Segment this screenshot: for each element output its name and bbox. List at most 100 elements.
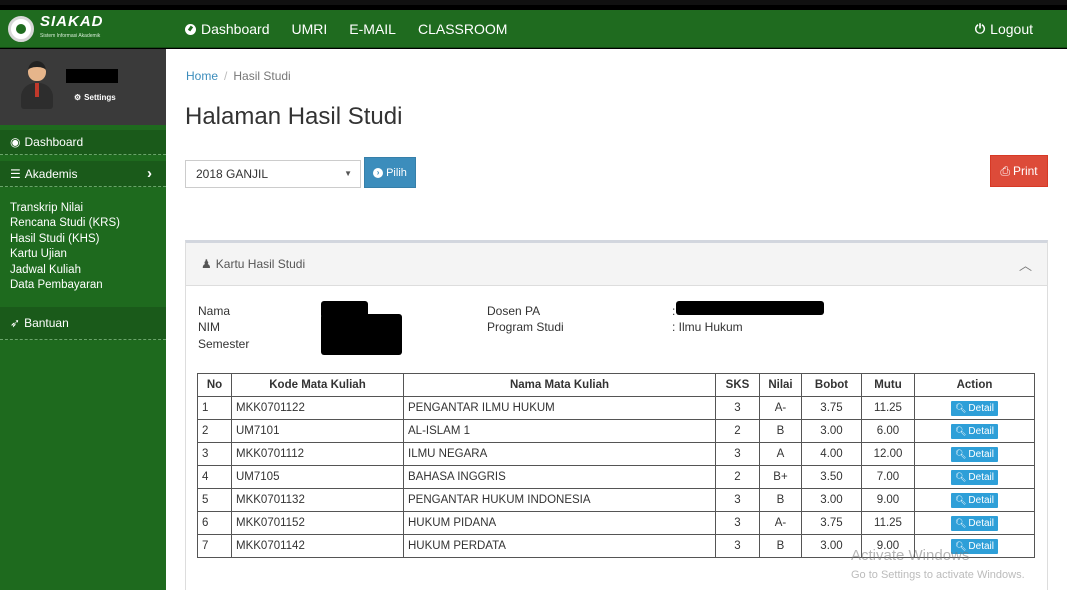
cell-action: 🔍︎ Detail	[914, 511, 1035, 535]
detail-label: Detail	[968, 471, 994, 483]
cell-bobot: 3.75	[801, 511, 862, 535]
sidebar-item-khs[interactable]: Hasil Studi (KHS)	[10, 232, 166, 247]
detail-button[interactable]: 🔍︎ Detail	[950, 469, 998, 485]
search-icon: 🔍︎	[954, 517, 967, 528]
cell-nama: PENGANTAR HUKUM INDONESIA	[403, 488, 716, 512]
cell-nilai: B	[759, 534, 802, 558]
table-row: 4 UM7105 BAHASA INGGRIS 2 B+ 3.50 7.00 🔍︎ Detail	[197, 465, 1035, 489]
detail-button[interactable]: 🔍︎ Detail	[950, 492, 998, 508]
print-button[interactable]: ⎙ Print	[990, 155, 1048, 187]
col-kode: Kode Mata Kuliah	[231, 373, 404, 397]
avatar	[21, 61, 53, 109]
nav-email[interactable]: E-MAIL	[349, 21, 396, 37]
settings-link[interactable]: ⚙ Settings	[74, 93, 116, 102]
logout-button[interactable]: ⏻ Logout	[975, 10, 1033, 48]
col-sks: SKS	[715, 373, 760, 397]
search-icon: 🔍︎	[954, 494, 967, 505]
nama-label: Nama	[198, 304, 231, 318]
sidebar-item-bantuan[interactable]: ➶ Bantuan	[0, 307, 166, 341]
cell-nilai: A-	[759, 396, 802, 420]
cell-nama: AL-ISLAM 1	[403, 419, 716, 443]
pilih-button[interactable]: › Pilih	[364, 157, 416, 188]
detail-button[interactable]: 🔍︎ Detail	[950, 515, 998, 531]
menu-icon: ☰	[10, 166, 21, 181]
top-nav: Dashboard UMRI E-MAIL CLASSROOM	[185, 10, 507, 48]
print-label: Print	[1012, 164, 1038, 178]
cell-no: 2	[197, 419, 232, 443]
sidebar-item-jadwal[interactable]: Jadwal Kuliah	[10, 263, 166, 278]
sidebar-item-dashboard[interactable]: ◉ Dashboard	[0, 130, 166, 155]
cell-nilai: A	[759, 442, 802, 466]
caret-down-icon: ▼	[344, 169, 352, 178]
detail-button[interactable]: 🔍︎ Detail	[950, 423, 998, 439]
detail-label: Detail	[968, 402, 994, 414]
cell-mutu: 11.25	[861, 511, 915, 535]
cell-nama: BAHASA INGGRIS	[403, 465, 716, 489]
user-name-redacted	[66, 69, 118, 83]
cell-nilai: B	[759, 419, 802, 443]
cell-mutu: 7.00	[861, 465, 915, 489]
cell-sks: 3	[715, 534, 760, 558]
sidebar-item-label: Akademis	[24, 166, 78, 181]
brand[interactable]: SIAKAD Sistem Informasi Akademik	[8, 13, 166, 43]
chevron-up-icon[interactable]: ︿	[1019, 255, 1032, 274]
detail-button[interactable]: 🔍︎ Detail	[950, 400, 998, 416]
table-header-row: No Kode Mata Kuliah Nama Mata Kuliah SKS…	[197, 373, 1035, 397]
sidebar-item-akademis[interactable]: ☰ Akademis ›	[0, 161, 166, 187]
arrow-circle-right-icon: ›	[373, 167, 384, 178]
cell-bobot: 4.00	[801, 442, 862, 466]
cell-sks: 2	[715, 465, 760, 489]
semester-select[interactable]: 2018 GANJIL ▼	[185, 160, 361, 188]
brand-logo-icon	[8, 16, 34, 42]
breadcrumb-home[interactable]: Home	[186, 69, 218, 83]
table-row: 1 MKK0701122 PENGANTAR ILMU HUKUM 3 A- 3.75 11…	[197, 396, 1035, 420]
nav-classroom[interactable]: CLASSROOM	[418, 21, 507, 37]
col-no: No	[197, 373, 232, 397]
search-icon: 🔍︎	[954, 448, 967, 459]
semester-label: Semester	[198, 337, 250, 351]
khs-table: No Kode Mata Kuliah Nama Mata Kuliah SKS…	[197, 373, 1035, 558]
user-panel: ⚙ Settings	[0, 49, 166, 125]
cell-action: 🔍︎ Detail	[914, 442, 1035, 466]
card-title: Kartu Hasil Studi	[215, 257, 306, 271]
brand-subtitle: Sistem Informasi Akademik	[40, 33, 101, 39]
cell-mutu: 6.00	[861, 419, 915, 443]
pilih-label: Pilih	[386, 166, 407, 179]
detail-button[interactable]: 🔍︎ Detail	[950, 446, 998, 462]
nav-dashboard[interactable]: Dashboard	[185, 21, 270, 37]
cell-nilai: B+	[759, 465, 802, 489]
student-info: Nama NIM Semester Dosen PA Program Studi…	[186, 286, 1047, 364]
dosen-redacted	[676, 301, 824, 315]
windows-watermark: Activate Windows	[851, 547, 970, 564]
cell-bobot: 3.50	[801, 465, 862, 489]
search-icon: 🔍︎	[954, 402, 967, 413]
cell-kode: MKK0701122	[231, 396, 404, 420]
nav-umri[interactable]: UMRI	[292, 21, 328, 37]
chevron-right-icon: ›	[147, 165, 152, 182]
cell-nama: HUKUM PERDATA	[403, 534, 716, 558]
brand-name: SIAKAD Sistem Informasi Akademik	[40, 13, 104, 43]
send-icon: ➶	[10, 316, 21, 331]
col-mutu: Mutu	[861, 373, 915, 397]
table-row: 2 UM7101 AL-ISLAM 1 2 B 3.00 6.00 🔍︎ Detail	[197, 419, 1035, 443]
col-nilai: Nilai	[759, 373, 802, 397]
printer-icon: ⎙	[1000, 163, 1010, 178]
cell-action: 🔍︎ Detail	[914, 419, 1035, 443]
brand-title: SIAKAD	[40, 13, 104, 30]
dosen-value: :	[672, 304, 676, 318]
semester-select-value: 2018 GANJIL	[196, 167, 269, 181]
cell-nama: PENGANTAR ILMU HUKUM	[403, 396, 716, 420]
sidebar-item-transkrip[interactable]: Transkrip Nilai	[10, 201, 166, 216]
cell-action: 🔍︎ Detail	[914, 396, 1035, 420]
nav-dashboard-label: Dashboard	[201, 21, 270, 37]
breadcrumb-current: Hasil Studi	[233, 69, 291, 83]
sidebar-item-pembayaran[interactable]: Data Pembayaran	[10, 278, 166, 293]
cell-nama: HUKUM PIDANA	[403, 511, 716, 535]
power-icon: ⏻	[974, 21, 986, 36]
sidebar: ⚙ Settings ◉ Dashboard ☰ Akademis › Tran…	[0, 49, 166, 590]
sidebar-item-krs[interactable]: Rencana Studi (KRS)	[10, 216, 166, 231]
sidebar-item-kartu-ujian[interactable]: Kartu Ujian	[10, 247, 166, 262]
main-content: Home / Hasil Studi Halaman Hasil Studi 201…	[166, 49, 1067, 590]
table-row: 3 MKK0701112 ILMU NEGARA 3 A 4.00 12.00 🔍︎ Detai…	[197, 442, 1035, 466]
cell-nilai: A-	[759, 511, 802, 535]
